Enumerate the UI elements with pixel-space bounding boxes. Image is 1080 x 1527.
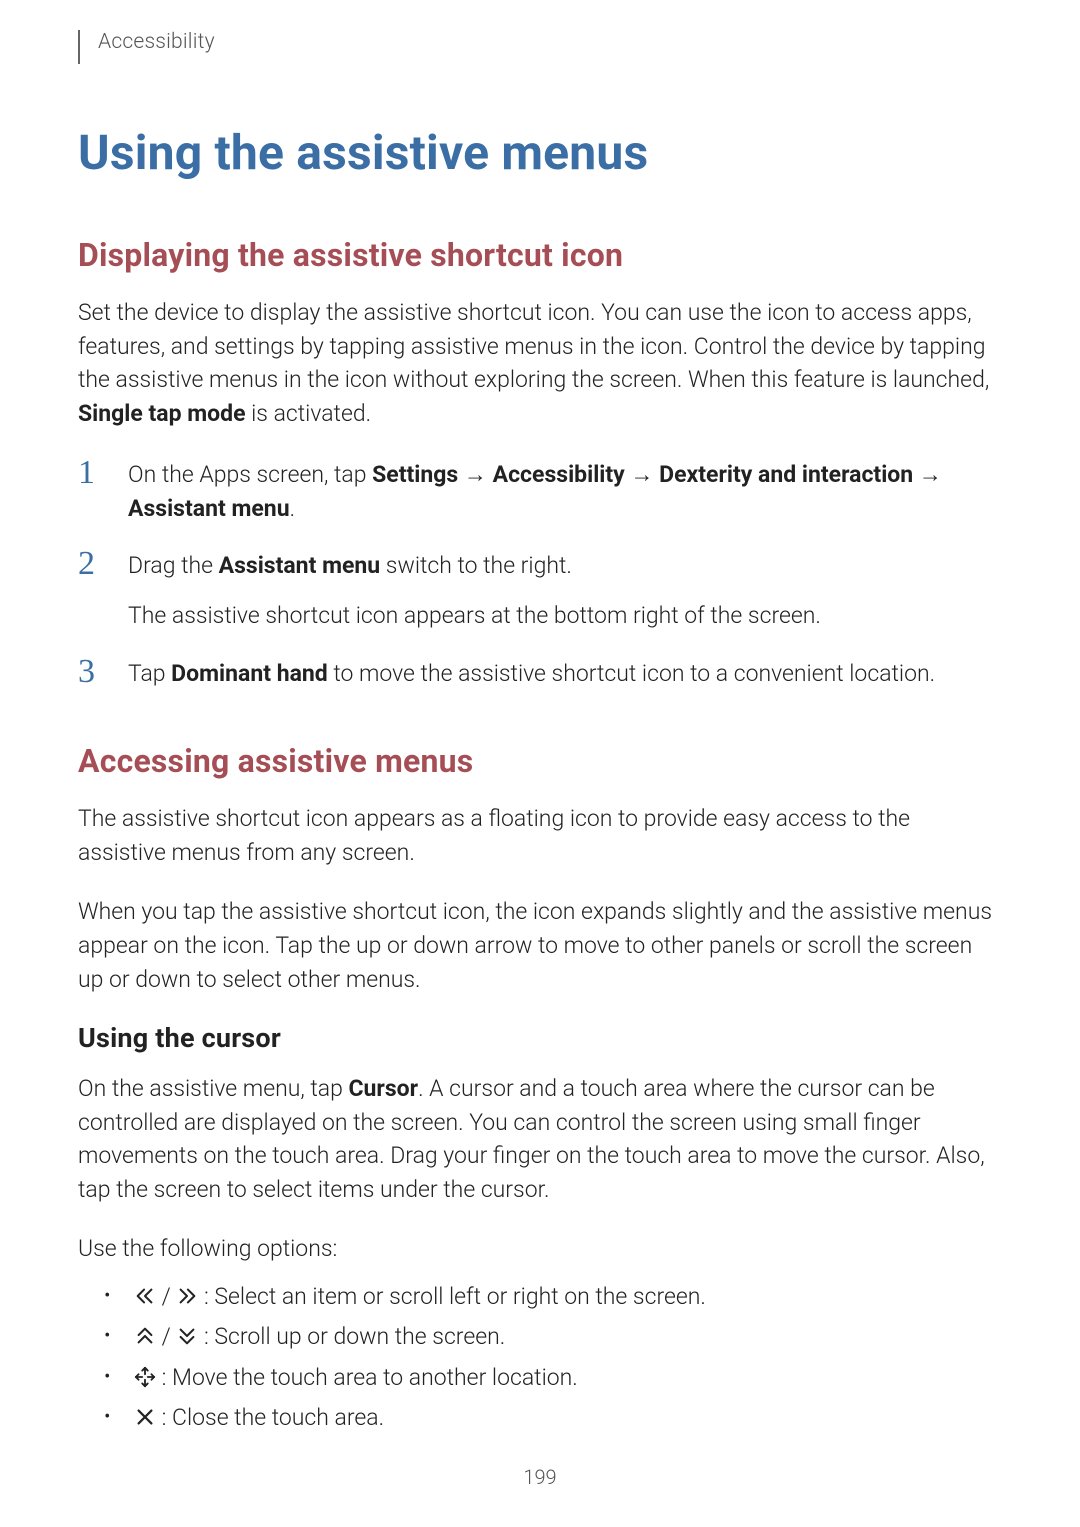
double-chevron-left-icon <box>134 1283 156 1305</box>
list-item: : Move the touch area to another locatio… <box>104 1361 1002 1396</box>
page-title: Using the assistive menus <box>78 124 1002 181</box>
bold-run: Assistant menu <box>219 552 381 579</box>
page-number: 199 <box>0 1465 1080 1489</box>
arrow-icon: → <box>913 461 942 488</box>
text-run: . <box>290 495 296 522</box>
text-run: : Move the touch area to another locatio… <box>156 1364 578 1391</box>
list-item: : Close the touch area. <box>104 1401 1002 1436</box>
arrow-icon: → <box>625 461 659 488</box>
section2-p2: When you tap the assistive shortcut icon… <box>78 895 1002 996</box>
step-body: Tap Dominant hand to move the assistive … <box>128 655 1002 691</box>
step-text: Tap Dominant hand to move the assistive … <box>128 657 1002 691</box>
list-item: / : Scroll up or down the screen. <box>104 1320 1002 1355</box>
text-run: Set the device to display the assistive … <box>78 299 989 393</box>
step-number: 1 <box>78 456 128 490</box>
section-heading-accessing-menus: Accessing assistive menus <box>78 742 1002 780</box>
text-run: On the assistive menu, tap <box>78 1075 349 1102</box>
breadcrumb: Accessibility <box>98 30 215 54</box>
arrow-icon: → <box>458 461 492 488</box>
step-text: Drag the Assistant menu switch to the ri… <box>128 549 1002 583</box>
bold-run: Assistant menu <box>128 495 290 522</box>
text-run: : Scroll up or down the screen. <box>198 1323 505 1350</box>
double-chevron-right-icon <box>176 1283 198 1305</box>
cursor-p1: On the assistive menu, tap Cursor. A cur… <box>78 1072 1002 1206</box>
bold-run: Cursor <box>349 1075 419 1102</box>
step-body: On the Apps screen, tap Settings → Acces… <box>128 456 1002 525</box>
cursor-p2: Use the following options: <box>78 1232 1002 1266</box>
step-subtext: The assistive shortcut icon appears at t… <box>128 599 1002 633</box>
separator: / <box>156 1323 176 1350</box>
text-run: to move the assistive shortcut icon to a… <box>328 660 935 687</box>
bold-run: Dominant hand <box>171 660 328 687</box>
text-run: : Select an item or scroll left or right… <box>198 1283 706 1310</box>
step-3: 3 Tap Dominant hand to move the assistiv… <box>78 655 1002 691</box>
subheading-using-cursor: Using the cursor <box>78 1022 1002 1054</box>
text-run: : Close the touch area. <box>156 1404 384 1431</box>
list-item: / : Select an item or scroll left or rig… <box>104 1280 1002 1315</box>
text-run: Drag the <box>128 552 219 579</box>
double-chevron-up-icon <box>134 1323 156 1345</box>
bold-run: Accessibility <box>493 461 625 488</box>
header-rule: Accessibility <box>78 30 1002 64</box>
text-run: Tap <box>128 660 171 687</box>
bold-run: Settings <box>372 461 458 488</box>
bold-run: Dexterity and interaction <box>659 461 913 488</box>
step-2: 2 Drag the Assistant menu switch to the … <box>78 547 1002 632</box>
section2-p1: The assistive shortcut icon appears as a… <box>78 802 1002 869</box>
step-body: Drag the Assistant menu switch to the ri… <box>128 547 1002 632</box>
bold-run: Single tap mode <box>78 400 246 427</box>
close-x-icon <box>134 1404 156 1426</box>
move-arrows-icon <box>134 1364 156 1386</box>
step-1: 1 On the Apps screen, tap Settings → Acc… <box>78 456 1002 525</box>
text-run: switch to the right. <box>380 552 572 579</box>
separator: / <box>156 1283 176 1310</box>
page-container: Accessibility Using the assistive menus … <box>0 0 1080 1436</box>
options-list: / : Select an item or scroll left or rig… <box>78 1280 1002 1436</box>
step-number: 3 <box>78 655 128 689</box>
step-text: On the Apps screen, tap Settings → Acces… <box>128 458 1002 525</box>
text-run: is activated. <box>246 400 372 427</box>
text-run: On the Apps screen, tap <box>128 461 372 488</box>
section1-intro: Set the device to display the assistive … <box>78 296 1002 430</box>
double-chevron-down-icon <box>176 1323 198 1345</box>
step-number: 2 <box>78 547 128 581</box>
section-heading-display-icon: Displaying the assistive shortcut icon <box>78 236 1002 274</box>
